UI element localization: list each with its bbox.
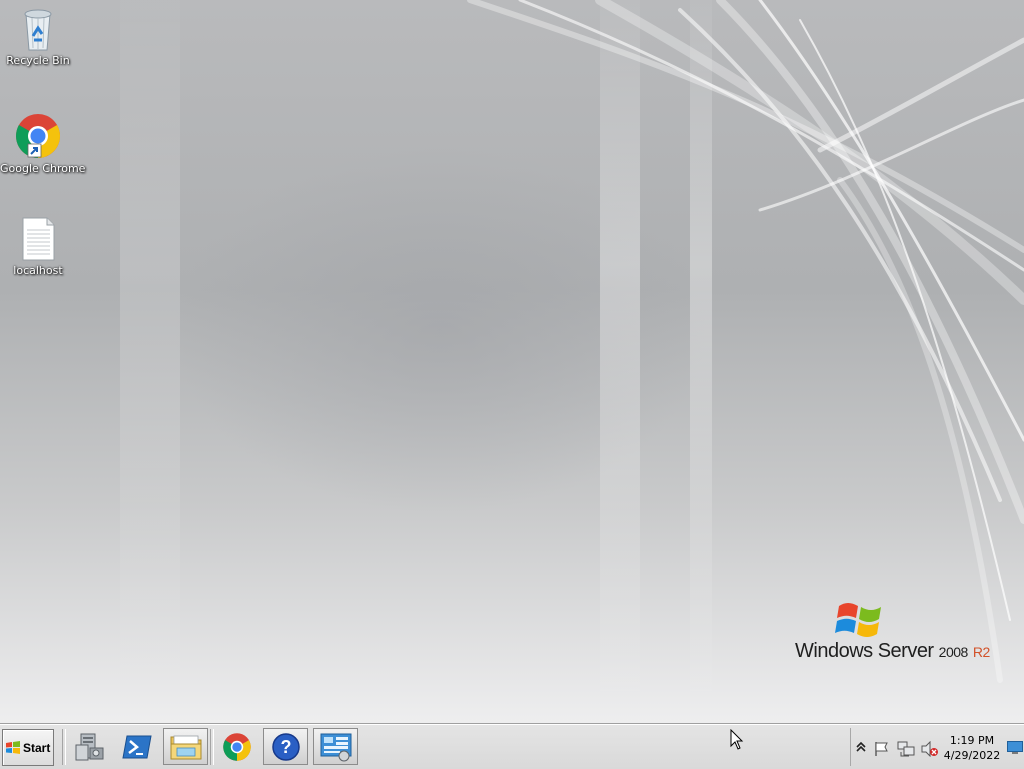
recycle-bin-icon <box>24 9 52 51</box>
svg-text:?: ? <box>280 737 291 757</box>
volume-muted-icon[interactable] <box>921 741 939 757</box>
clock[interactable]: 1:19 PM 4/29/2022 <box>941 733 1003 763</box>
windows-logo-icon <box>835 603 881 637</box>
notification-area: 1:19 PM 4/29/2022 <box>850 728 1024 766</box>
mouse-cursor-icon <box>730 729 744 750</box>
start-label: Start <box>23 740 51 755</box>
localhost-label: localhost <box>13 264 63 277</box>
brand-product: Windows Server <box>795 640 934 662</box>
chrome-icon <box>16 114 60 158</box>
taskbar-windows-explorer[interactable] <box>163 728 208 765</box>
chrome-icon <box>222 732 251 761</box>
clock-date: 4/29/2022 <box>943 749 1001 762</box>
clock-time: 1:19 PM <box>949 734 995 747</box>
brand-release: R2 <box>972 644 990 660</box>
control-panel-icon <box>320 733 351 761</box>
show-hidden-icons-button[interactable] <box>856 741 866 753</box>
desktop-icon-recycle-bin[interactable]: Recycle Bin <box>0 6 76 67</box>
windows-server-branding: Windows Server 2008 R2 <box>795 598 1005 668</box>
start-button[interactable]: Start <box>2 729 54 766</box>
powershell-icon <box>121 735 152 758</box>
desktop-icon-google-chrome[interactable]: Google Chrome <box>0 112 86 175</box>
taskbar-control-panel[interactable] <box>313 728 358 765</box>
taskbar-server-manager[interactable] <box>66 728 111 765</box>
taskbar-google-chrome[interactable] <box>214 728 259 765</box>
help-icon: ? <box>271 732 300 761</box>
taskbar-powershell[interactable] <box>114 728 159 765</box>
network-icon[interactable] <box>897 741 915 757</box>
show-desktop-button[interactable] <box>1007 741 1023 755</box>
server-manager-icon <box>75 733 103 760</box>
recycle-bin-label: Recycle Bin <box>6 54 70 67</box>
taskbar: Start ? 1:19 PM 4/29/2022 <box>0 724 1024 769</box>
google-chrome-label: Google Chrome <box>0 162 86 175</box>
text-file-icon <box>22 217 55 261</box>
folder-icon <box>170 735 201 759</box>
desktop-icon-localhost[interactable]: localhost <box>0 216 76 277</box>
desktop[interactable]: Recycle Bin Google Chrome localhost Wind… <box>0 0 1024 724</box>
taskbar-help[interactable]: ? <box>263 728 308 765</box>
brand-wordmark: Windows Server 2008 R2 <box>795 640 990 663</box>
action-center-flag-icon[interactable] <box>873 741 889 757</box>
windows-flag-icon <box>6 740 20 754</box>
brand-version: 2008 <box>938 644 969 660</box>
